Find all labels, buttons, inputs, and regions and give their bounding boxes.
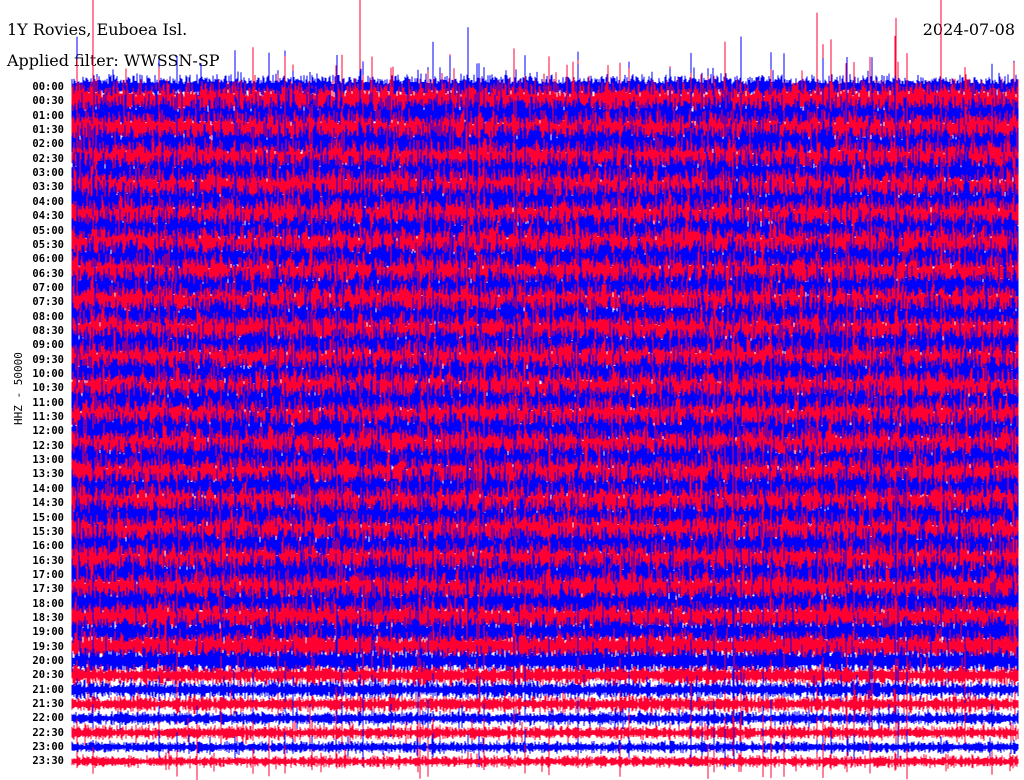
helicorder-plot [71, 0, 1019, 780]
trace-2330 [71, 733, 1019, 780]
